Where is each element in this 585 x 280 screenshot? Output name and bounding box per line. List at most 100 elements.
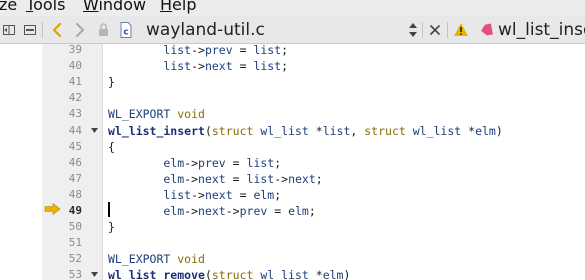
- code-token: ->: [225, 204, 240, 218]
- code-line[interactable]: elm->next = list->next;: [108, 171, 322, 187]
- code-line[interactable]: list->next = list;: [108, 58, 288, 74]
- code-token: =: [225, 171, 247, 186]
- code-token: =: [267, 204, 289, 218]
- code-token: list: [253, 59, 282, 74]
- menu-item-size[interactable]: ze: [0, 0, 17, 14]
- code-token: elm: [163, 155, 185, 170]
- code-line[interactable]: wl_list_insert(struct wl_list *list, str…: [108, 123, 503, 139]
- code-token: =: [225, 155, 247, 170]
- line-number: 50: [68, 220, 82, 234]
- code-line[interactable]: }: [108, 219, 115, 235]
- code-token: elm: [253, 187, 275, 202]
- code-token: list: [322, 123, 351, 138]
- code-line[interactable]: WL_EXPORT void: [108, 251, 205, 267]
- line-number: 41: [68, 75, 82, 89]
- menu-item-window[interactable]: Window: [83, 0, 146, 14]
- code-token: elm: [475, 123, 496, 138]
- code-token: *: [461, 123, 476, 138]
- fold-arrow-icon[interactable]: [91, 127, 99, 135]
- code-token: elm: [288, 204, 309, 218]
- text-caret: [108, 202, 110, 217]
- fold-arrow-icon[interactable]: [91, 271, 99, 279]
- back-arrow-icon[interactable]: [49, 16, 65, 44]
- code-token: struct: [211, 268, 254, 280]
- code-token: ->: [274, 171, 289, 186]
- code-token: list: [246, 155, 275, 170]
- line-number: 42: [68, 91, 82, 105]
- line-number: 48: [68, 187, 82, 201]
- mnemonic: T: [26, 0, 34, 14]
- code-token: ->: [191, 187, 205, 202]
- code-token: ;: [274, 187, 282, 202]
- updown-chooser-icon[interactable]: [407, 16, 419, 44]
- code-token: wl_list_remove: [108, 268, 205, 280]
- bookmark-icon[interactable]: [478, 16, 494, 44]
- code-token: =: [232, 59, 254, 74]
- code-line[interactable]: {: [108, 139, 115, 155]
- code-token: list: [163, 187, 192, 202]
- code-token: wl_list: [260, 268, 309, 280]
- menu-bar: ze Tools Window Help: [0, 0, 585, 16]
- code-token: ->: [184, 155, 199, 170]
- line-number: 43: [68, 107, 82, 121]
- code-token: next: [204, 187, 233, 202]
- line-number: 39: [68, 44, 82, 56]
- code-token: prev: [204, 44, 233, 57]
- c-file-icon: c: [120, 22, 132, 38]
- code-line[interactable]: WL_EXPORT void: [108, 106, 205, 122]
- code-token: ): [343, 268, 351, 280]
- code-line[interactable]: elm->next->prev = elm;: [108, 203, 316, 219]
- code-token: list: [163, 44, 192, 57]
- code-line[interactable]: elm->prev = list;: [108, 155, 281, 171]
- close-icon[interactable]: [428, 16, 442, 44]
- code-token: wl_list: [412, 123, 462, 138]
- split-view-icon[interactable]: [2, 16, 18, 44]
- code-token: next: [204, 59, 233, 74]
- tab-title[interactable]: wl_list_inse: [498, 19, 585, 41]
- code-token: list: [163, 59, 192, 74]
- menu-item-help[interactable]: Help: [160, 0, 196, 14]
- code-token: list: [246, 171, 275, 186]
- forward-arrow-icon[interactable]: [72, 16, 88, 44]
- line-number: 44: [68, 123, 82, 137]
- lock-icon: [99, 23, 108, 36]
- code-token: wl_list: [260, 123, 309, 138]
- code-line[interactable]: list->prev = list;: [108, 44, 288, 58]
- code-token: *: [308, 123, 323, 138]
- code-token: wl_list_insert: [108, 123, 205, 138]
- code-token: {: [108, 139, 115, 154]
- code-token: void: [177, 252, 205, 267]
- margin-strip: [0, 44, 42, 280]
- menu-item-tools[interactable]: Tools: [26, 0, 65, 14]
- mnemonic: W: [83, 0, 99, 14]
- line-number: 40: [68, 59, 82, 73]
- code-token: }: [108, 75, 115, 90]
- line-number: 53: [68, 268, 82, 280]
- code-token: elm: [163, 204, 185, 218]
- code-token: ;: [308, 204, 316, 218]
- code-token: =: [232, 44, 254, 57]
- code-line[interactable]: }: [108, 74, 115, 90]
- code-token: ): [495, 123, 503, 138]
- code-token: ->: [184, 204, 199, 218]
- code-token: ;: [274, 155, 282, 170]
- warning-icon[interactable]: [453, 16, 469, 44]
- code-editor[interactable]: 39 list->prev = list; 40 list->next = lis…: [0, 44, 585, 280]
- code-line[interactable]: wl_list_remove(struct wl_list *elm): [108, 267, 350, 280]
- code-token: next: [198, 204, 226, 218]
- code-token: list: [253, 44, 282, 57]
- menu-item-label: elp: [172, 0, 197, 14]
- code-line[interactable]: list->next = elm;: [108, 187, 281, 203]
- line-number: 51: [68, 236, 82, 250]
- code-token: (: [204, 268, 212, 280]
- code-token: void: [177, 107, 205, 122]
- panel-icon[interactable]: [22, 16, 38, 44]
- mnemonic: H: [160, 0, 173, 14]
- code-token: elm: [163, 171, 185, 186]
- code-token: next: [288, 171, 316, 186]
- code-token: (: [204, 123, 212, 138]
- code-token: struct: [211, 123, 254, 138]
- file-title[interactable]: wayland-util.c: [146, 19, 265, 41]
